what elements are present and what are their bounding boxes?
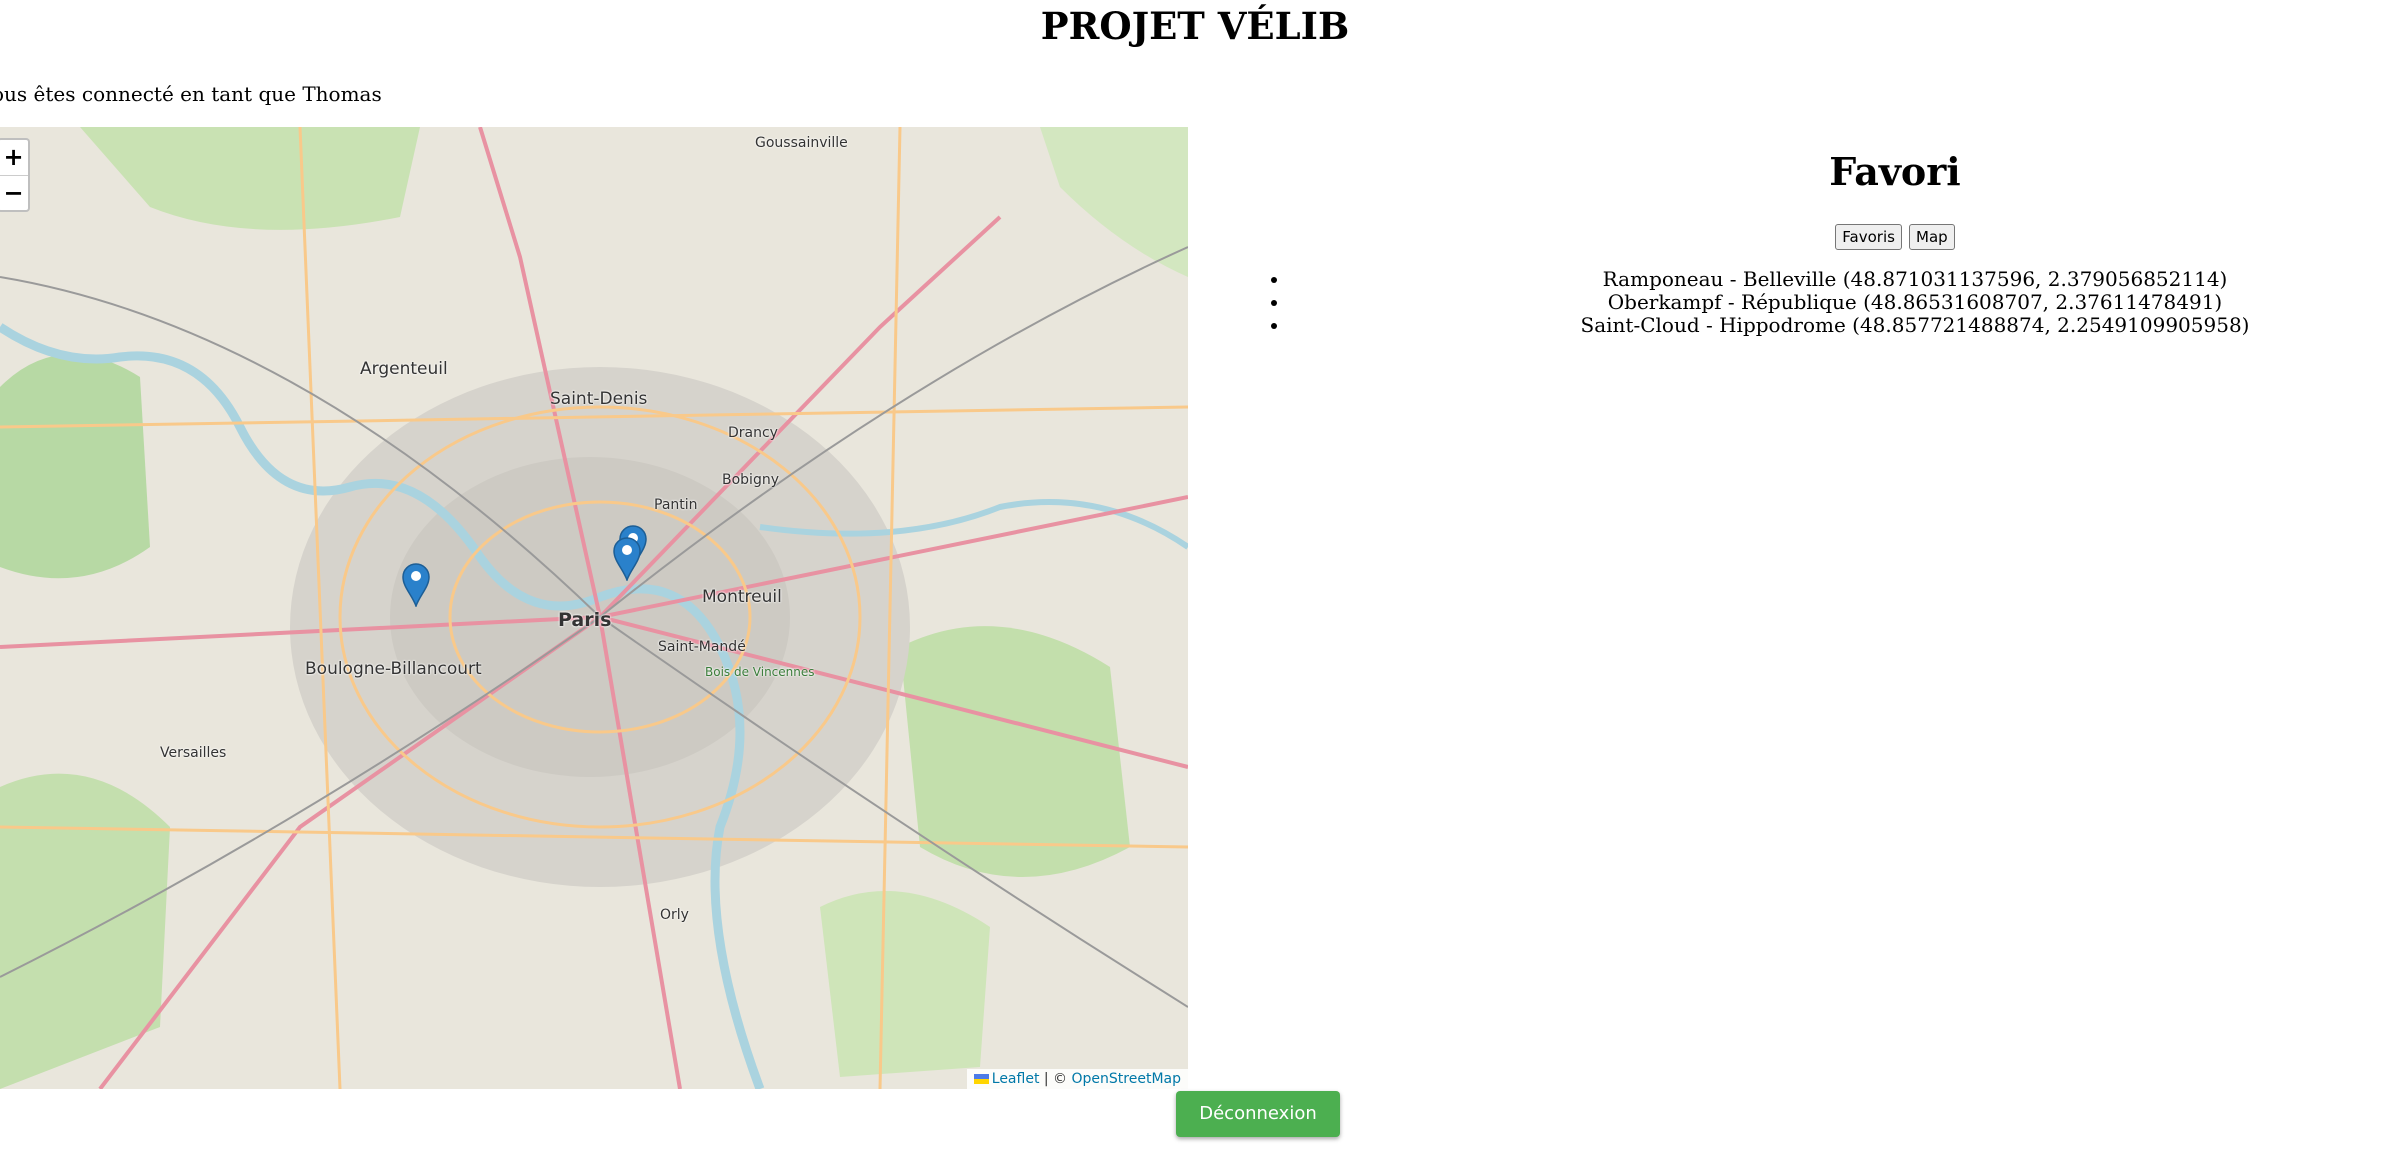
zoom-control: + − [0,138,30,212]
map-label-pantin: Pantin [654,497,698,513]
map-button[interactable]: Map [1909,224,1955,250]
map-attribution: Leaflet | © OpenStreetMap [966,1069,1188,1089]
favorites-title: Favori [1829,149,1961,194]
map-label-orly: Orly [660,907,689,923]
attribution-separator: | © [1039,1071,1072,1087]
map-label-drancy: Drancy [728,425,778,441]
map-label-paris: Paris [558,609,612,631]
map-label-vincennes: Bois de Vincennes [705,665,815,679]
map-label-boulogne: Boulogne-Billancourt [305,659,482,679]
favorites-button-row: Favoris Map [1250,224,2390,250]
map-label-montreuil: Montreuil [702,587,782,607]
map-marker-saint-cloud-hippodrome[interactable] [401,561,431,607]
user-status-text: ous êtes connecté en tant que Thomas [0,82,382,106]
logout-button[interactable]: Déconnexion [1176,1091,1340,1137]
favorite-item: Ramponeau - Belleville (48.871031137596,… [1290,268,2390,291]
favorite-item: Saint-Cloud - Hippodrome (48.85772148887… [1290,314,2390,337]
favorite-item: Oberkampf - République (48.86531608707, … [1290,291,2390,314]
openstreetmap-link[interactable]: OpenStreetMap [1072,1071,1181,1087]
map-container[interactable]: Paris Saint-Denis Argenteuil Montreuil B… [0,127,1188,1089]
favorites-list: Ramponeau - Belleville (48.871031137596,… [1250,268,2390,337]
map-label-argenteuil: Argenteuil [360,359,448,379]
map-label-bobigny: Bobigny [722,472,779,488]
page-title: PROJET VÉLIB [1040,4,1350,48]
favoris-button[interactable]: Favoris [1835,224,1902,250]
map-label-goussainville: Goussainville [755,135,848,151]
leaflet-link[interactable]: Leaflet [992,1071,1040,1087]
favorites-panel: Favori Favoris Map Ramponeau - Bellevill… [1250,140,2390,337]
map-tiles [0,127,1188,1089]
map-label-versailles: Versailles [160,745,227,761]
map-label-saint-denis: Saint-Denis [550,389,648,409]
map-label-saint-mande: Saint-Mandé [658,639,746,655]
ukraine-flag-icon [973,1074,989,1084]
zoom-out-button[interactable]: − [0,175,28,211]
map-marker-oberkampf-republique[interactable] [612,535,642,581]
zoom-in-button[interactable]: + [0,140,28,175]
